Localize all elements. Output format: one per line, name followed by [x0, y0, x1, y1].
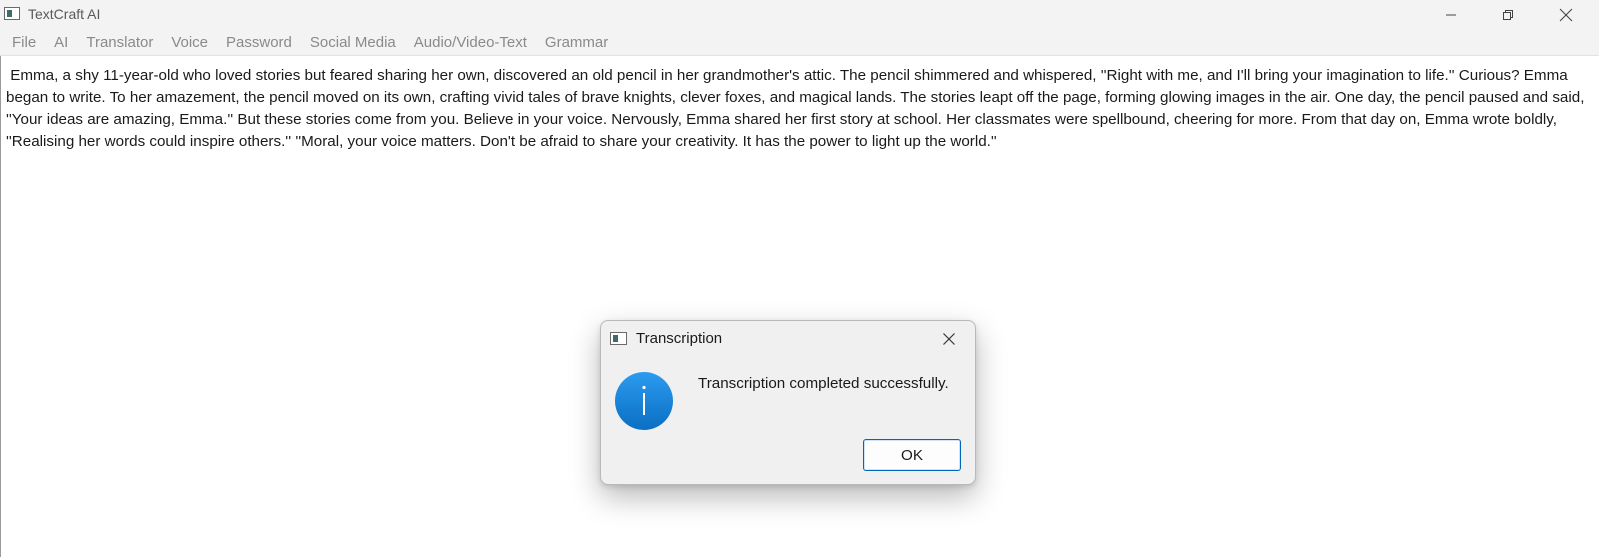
- menu-audio-video-text[interactable]: Audio/Video-Text: [405, 30, 536, 56]
- menu-voice[interactable]: Voice: [162, 30, 217, 56]
- close-icon: [943, 333, 955, 345]
- dialog-title: Transcription: [636, 330, 723, 347]
- menu-password[interactable]: Password: [217, 30, 301, 56]
- menu-social-media[interactable]: Social Media: [301, 30, 405, 56]
- menu-translator[interactable]: Translator: [77, 30, 162, 56]
- dialog-close-button[interactable]: [939, 329, 959, 349]
- menu-bar: File AI Translator Voice Password Social…: [0, 30, 1599, 56]
- minimize-icon: [1446, 14, 1456, 16]
- close-window-button[interactable]: [1543, 0, 1589, 30]
- app-icon: [4, 7, 20, 20]
- close-icon: [1559, 8, 1573, 22]
- menu-file[interactable]: File: [0, 30, 45, 56]
- window-title: TextCraft AI: [28, 6, 101, 22]
- restore-button[interactable]: [1485, 0, 1531, 30]
- menu-ai[interactable]: AI: [45, 30, 77, 56]
- minimize-button[interactable]: [1428, 0, 1474, 30]
- ok-button[interactable]: OK: [863, 439, 961, 471]
- dialog-message: Transcription completed successfully.: [698, 375, 949, 392]
- main-window: TextCraft AI File AI Translator Voice Pa…: [0, 0, 1599, 557]
- title-bar: TextCraft AI: [0, 0, 1599, 30]
- restore-icon: [1503, 10, 1513, 20]
- info-icon: [615, 372, 673, 430]
- menu-grammar[interactable]: Grammar: [536, 30, 617, 56]
- transcription-dialog: Transcription Transcription completed su…: [600, 320, 976, 485]
- dialog-app-icon: [610, 332, 627, 345]
- editor-content[interactable]: Emma, a shy 11-year-old who loved storie…: [6, 65, 1591, 153]
